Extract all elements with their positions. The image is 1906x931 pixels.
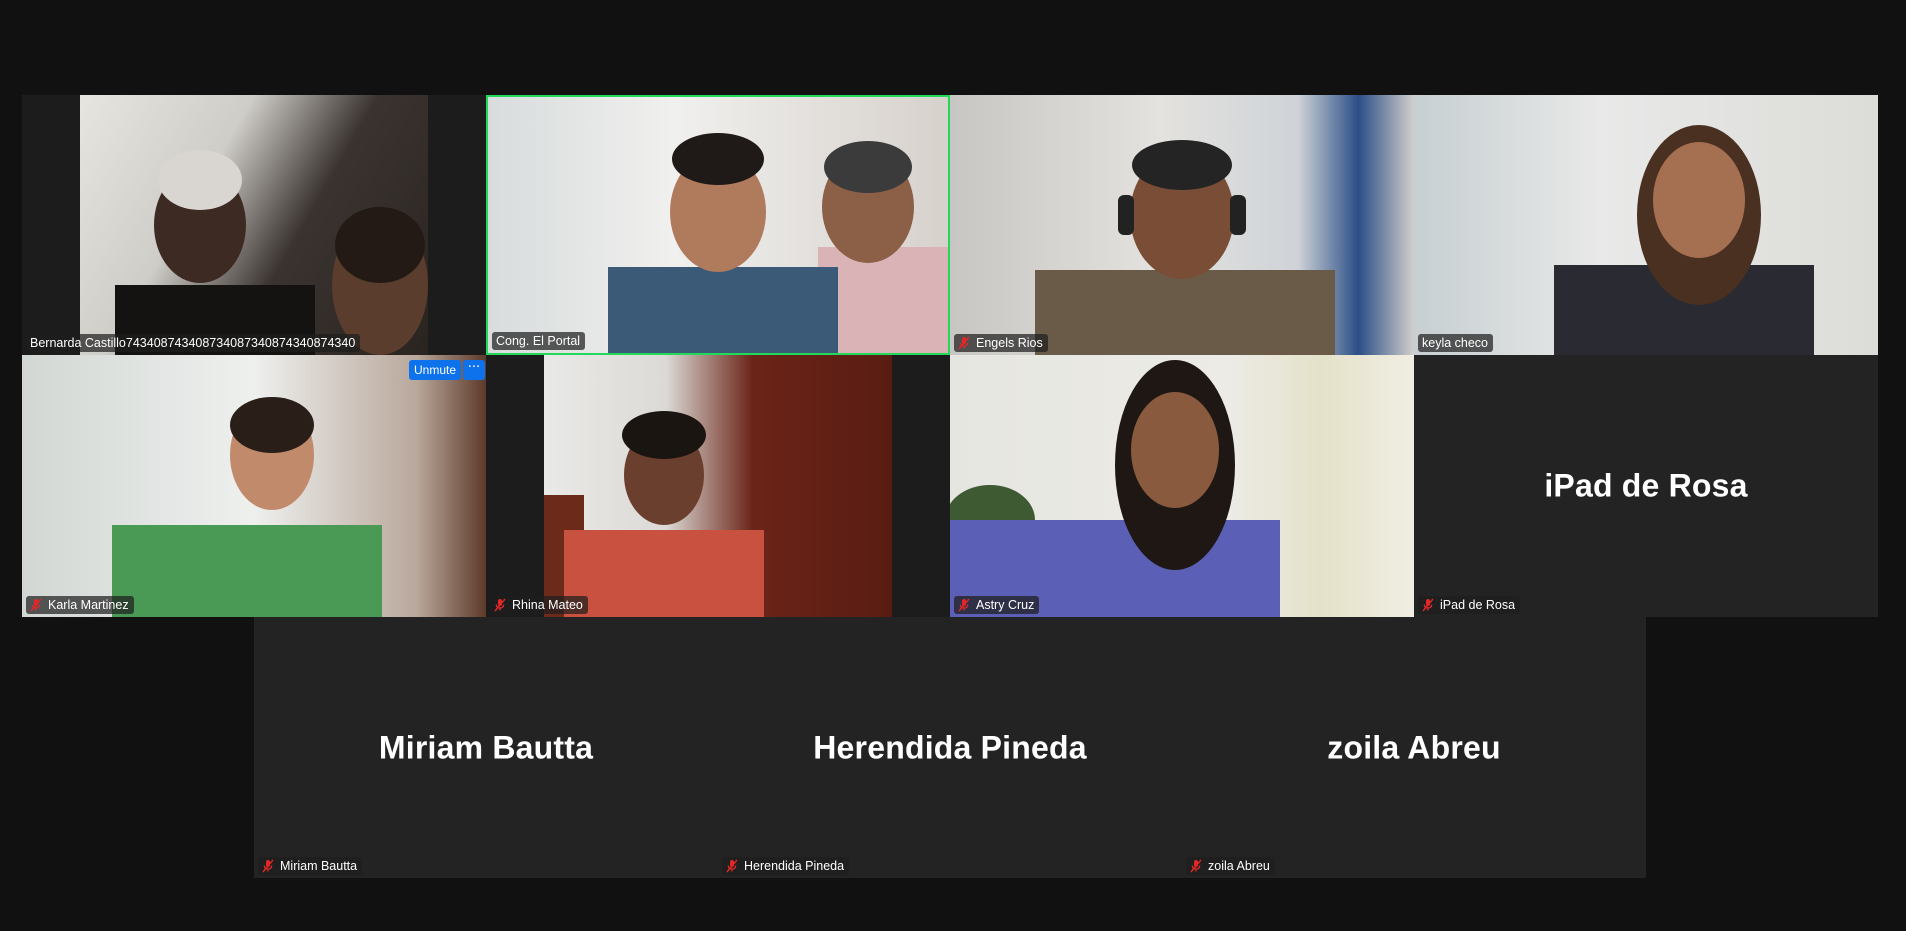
microphone-muted-icon [958,598,970,612]
participant-name-tag: Miriam Bautta [258,857,363,875]
microphone-muted-icon [494,598,506,612]
microphone-muted-icon [30,598,42,612]
video-tile-miriam[interactable]: Miriam Bautta Miriam Bautta [254,617,718,878]
participant-name-tag: Bernarda Castillo74340874340873408734087… [26,334,361,352]
video-tile-astry[interactable]: Astry Cruz [950,355,1414,617]
microphone-muted-icon [1190,859,1202,873]
microphone-muted-icon [1422,598,1434,612]
microphone-muted-icon [262,859,274,873]
participant-name-tag: Rhina Mateo [490,596,588,614]
video-feed-astry [950,355,1414,617]
participant-name-tag: zoila Abreu [1186,857,1275,875]
video-feed-portal [488,97,948,353]
video-feed-keyla [1414,95,1878,355]
video-tile-rhina[interactable]: Rhina Mateo [486,355,950,617]
video-feed-bernarda [80,95,428,355]
video-tile-karla[interactable]: Unmute ··· Karla Martinez [22,355,486,617]
unmute-button[interactable]: Unmute [409,360,462,380]
participant-name-tag: Karla Martinez [26,596,134,614]
participant-display-name: Miriam Bautta [378,729,594,765]
participant-name: Bernarda Castillo74340874340873408734087… [30,336,356,350]
participant-display-name: Herendida Pineda [813,729,1087,765]
participant-name: Karla Martinez [48,598,129,612]
participant-name: Miriam Bautta [280,859,358,873]
participant-name: zoila Abreu [1208,859,1270,873]
video-tile-herendida[interactable]: Herendida Pineda Herendida Pineda [718,617,1182,878]
microphone-muted-icon [726,859,738,873]
participant-name: Herendida Pineda [744,859,845,873]
video-tile-keyla[interactable]: keyla checo [1414,95,1878,355]
participant-name: iPad de Rosa [1440,598,1516,612]
microphone-muted-icon [958,336,970,350]
video-tile-bernarda[interactable]: Bernarda Castillo74340874340873408734087… [22,95,486,355]
participant-name-tag: iPad de Rosa [1418,596,1521,614]
participant-name: Rhina Mateo [512,598,583,612]
participant-name: Cong. El Portal [496,334,581,348]
participant-name: keyla checo [1422,336,1489,350]
video-feed-karla [22,355,486,617]
video-tile-engels[interactable]: Engels Rios [950,95,1414,355]
participant-display-name: iPad de Rosa [1544,467,1748,504]
video-tile-ipad[interactable]: iPad de Rosa iPad de Rosa [1414,355,1878,617]
ellipsis-icon[interactable]: ··· [463,360,485,380]
video-feed-engels [950,95,1414,355]
participant-name-tag: keyla checo [1418,334,1494,352]
participant-name-tag: Cong. El Portal [492,332,586,350]
video-tile-portal-active-speaker[interactable]: Cong. El Portal [486,95,950,355]
participant-name: Engels Rios [976,336,1043,350]
video-feed-rhina [544,355,892,617]
participant-display-name: zoila Abreu [1327,729,1501,765]
participant-name-tag: Astry Cruz [954,596,1040,614]
participant-name: Astry Cruz [976,598,1035,612]
participant-name-tag: Engels Rios [954,334,1048,352]
video-tile-zoila[interactable]: zoila Abreu zoila Abreu [1182,617,1646,878]
gallery-view: Bernarda Castillo74340874340873408734087… [0,0,1906,931]
participant-name-tag: Herendida Pineda [722,857,850,875]
